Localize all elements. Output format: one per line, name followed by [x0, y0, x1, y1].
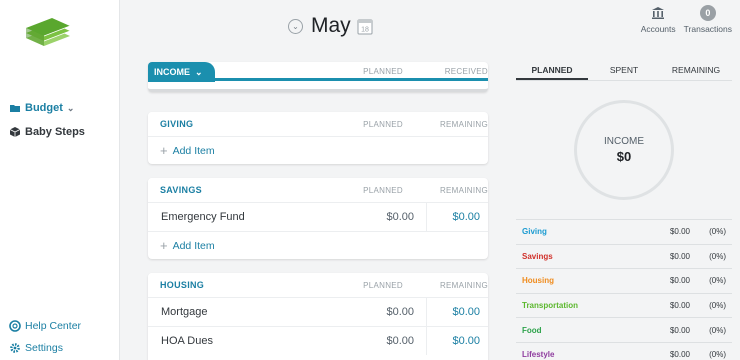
income-tab[interactable]: INCOME ⌄: [148, 62, 215, 82]
month-selector: ⌄ May 18: [288, 14, 373, 38]
remaining-column-header: REMAINING: [439, 186, 488, 195]
calendar-day: 18: [361, 26, 369, 33]
legend-amount: $0.00: [669, 325, 690, 335]
legend-category: Lifestyle: [522, 350, 555, 360]
planned-column-header: PLANNED: [363, 186, 403, 195]
settings-label: Settings: [25, 342, 63, 354]
group-card-giving: GIVING PLANNED REMAINING + Add Item: [148, 112, 488, 164]
sidebar-item-baby-steps[interactable]: Baby Steps: [9, 126, 85, 138]
income-tab-label: INCOME: [154, 67, 190, 77]
legend-percent: (0%): [709, 251, 726, 261]
summary-tabs: PLANNED SPENT REMAINING: [516, 62, 732, 81]
transactions-count-badge: 0: [699, 5, 716, 21]
bank-icon: [652, 7, 665, 19]
legend-row-food[interactable]: Food $0.00 (0%): [516, 317, 732, 342]
add-item-label: Add Item: [172, 144, 215, 157]
budget-item-row: Mortgage $0.00 $0.00: [148, 297, 488, 326]
legend-row-transportation[interactable]: Transportation $0.00 (0%): [516, 292, 732, 318]
sidebar-item-budget[interactable]: Budget ⌄: [9, 102, 74, 114]
top-toolbar: Accounts 0 Transactions: [641, 4, 732, 34]
gear-icon: [10, 343, 20, 353]
legend-percent: (0%): [709, 325, 726, 335]
help-center-label: Help Center: [25, 320, 82, 332]
group-title[interactable]: SAVINGS: [148, 178, 224, 202]
help-center-link[interactable]: Help Center: [9, 320, 81, 332]
legend-percent: (0%): [709, 301, 726, 311]
planned-column-header: PLANNED: [363, 281, 403, 290]
donut-label: INCOME: [604, 136, 644, 147]
cube-icon: [9, 127, 21, 137]
item-remaining: $0.00: [426, 327, 488, 355]
sidebar-item-label: Baby Steps: [25, 126, 85, 138]
legend-amount: $0.00: [669, 350, 690, 360]
item-planned[interactable]: $0.00: [364, 203, 426, 231]
add-item-label: Add Item: [172, 239, 215, 252]
legend-category: Housing: [522, 276, 554, 286]
income-card: INCOME ⌄ PLANNED RECEIVED: [148, 62, 488, 92]
folder-icon: [10, 105, 20, 112]
add-item-button[interactable]: + Add Item: [148, 231, 488, 259]
remaining-column-header: REMAINING: [439, 281, 488, 290]
legend-row-housing[interactable]: Housing $0.00 (0%): [516, 268, 732, 293]
chevron-down-icon: ⌄: [195, 66, 203, 77]
planned-column-header: PLANNED: [363, 120, 403, 129]
tab-planned[interactable]: PLANNED: [516, 62, 588, 80]
tab-spent[interactable]: SPENT: [588, 62, 660, 80]
remaining-column-header: REMAINING: [439, 120, 488, 129]
legend-category: Transportation: [522, 301, 579, 311]
budget-item-row: Emergency Fund $0.00 $0.00: [148, 202, 488, 231]
month-title[interactable]: May: [311, 14, 351, 38]
month-dropdown-chevron-icon[interactable]: ⌄: [288, 18, 303, 34]
group-title[interactable]: GIVING: [148, 112, 216, 136]
legend-row-lifestyle[interactable]: Lifestyle $0.00 (0%): [516, 341, 732, 360]
income-planned-header: PLANNED: [363, 67, 403, 76]
legend-amount: $0.00: [669, 227, 690, 237]
group-card-savings: SAVINGS PLANNED REMAINING Emergency Fund…: [148, 178, 488, 259]
legend-amount: $0.00: [669, 251, 690, 261]
legend-amount: $0.00: [669, 276, 690, 286]
calendar-icon[interactable]: 18: [357, 18, 373, 35]
legend-percent: (0%): [709, 227, 726, 237]
income-donut: INCOME $0: [574, 100, 674, 200]
app-logo-icon[interactable]: [22, 14, 74, 54]
settings-link[interactable]: Settings: [9, 342, 63, 354]
transactions-button[interactable]: 0 Transactions: [684, 4, 732, 34]
transactions-label: Transactions: [683, 24, 732, 34]
legend-category: Food: [522, 325, 542, 335]
summary-legend: Giving $0.00 (0%) Savings $0.00 (0%) Hou…: [516, 219, 732, 360]
group-card-housing: HOUSING PLANNED REMAINING Mortgage $0.00…: [148, 273, 488, 360]
sidebar: Budget ⌄ Baby Steps Help Center Settings: [0, 0, 120, 360]
plus-icon: +: [160, 143, 168, 158]
item-remaining: $0.00: [426, 203, 488, 231]
item-name[interactable]: Mortgage: [148, 306, 364, 318]
legend-row-savings[interactable]: Savings $0.00 (0%): [516, 243, 732, 269]
legend-percent: (0%): [709, 276, 726, 286]
donut-value: $0: [616, 149, 632, 164]
legend-category: Savings: [522, 251, 553, 261]
plus-icon: +: [160, 238, 168, 253]
item-planned[interactable]: $0.00: [364, 327, 426, 355]
add-item-button[interactable]: + Add Item: [148, 136, 488, 164]
budget-item-row: HOA Dues $0.00 $0.00: [148, 326, 488, 355]
accounts-button[interactable]: Accounts: [641, 4, 676, 34]
tab-remaining[interactable]: REMAINING: [660, 62, 732, 80]
lifebuoy-icon: [9, 320, 21, 332]
legend-amount: $0.00: [669, 301, 690, 311]
legend-row-giving[interactable]: Giving $0.00 (0%): [516, 219, 732, 244]
income-received-header: RECEIVED: [444, 67, 488, 76]
group-title[interactable]: HOUSING: [148, 273, 227, 297]
item-planned[interactable]: $0.00: [364, 298, 426, 326]
accounts-label: Accounts: [640, 24, 676, 34]
item-name[interactable]: Emergency Fund: [148, 211, 364, 223]
legend-category: Giving: [522, 227, 547, 237]
item-remaining: $0.00: [426, 298, 488, 326]
item-name[interactable]: HOA Dues: [148, 335, 364, 347]
chevron-down-icon: ⌄: [66, 102, 75, 113]
legend-percent: (0%): [709, 350, 726, 360]
sidebar-item-label: Budget: [25, 102, 63, 114]
